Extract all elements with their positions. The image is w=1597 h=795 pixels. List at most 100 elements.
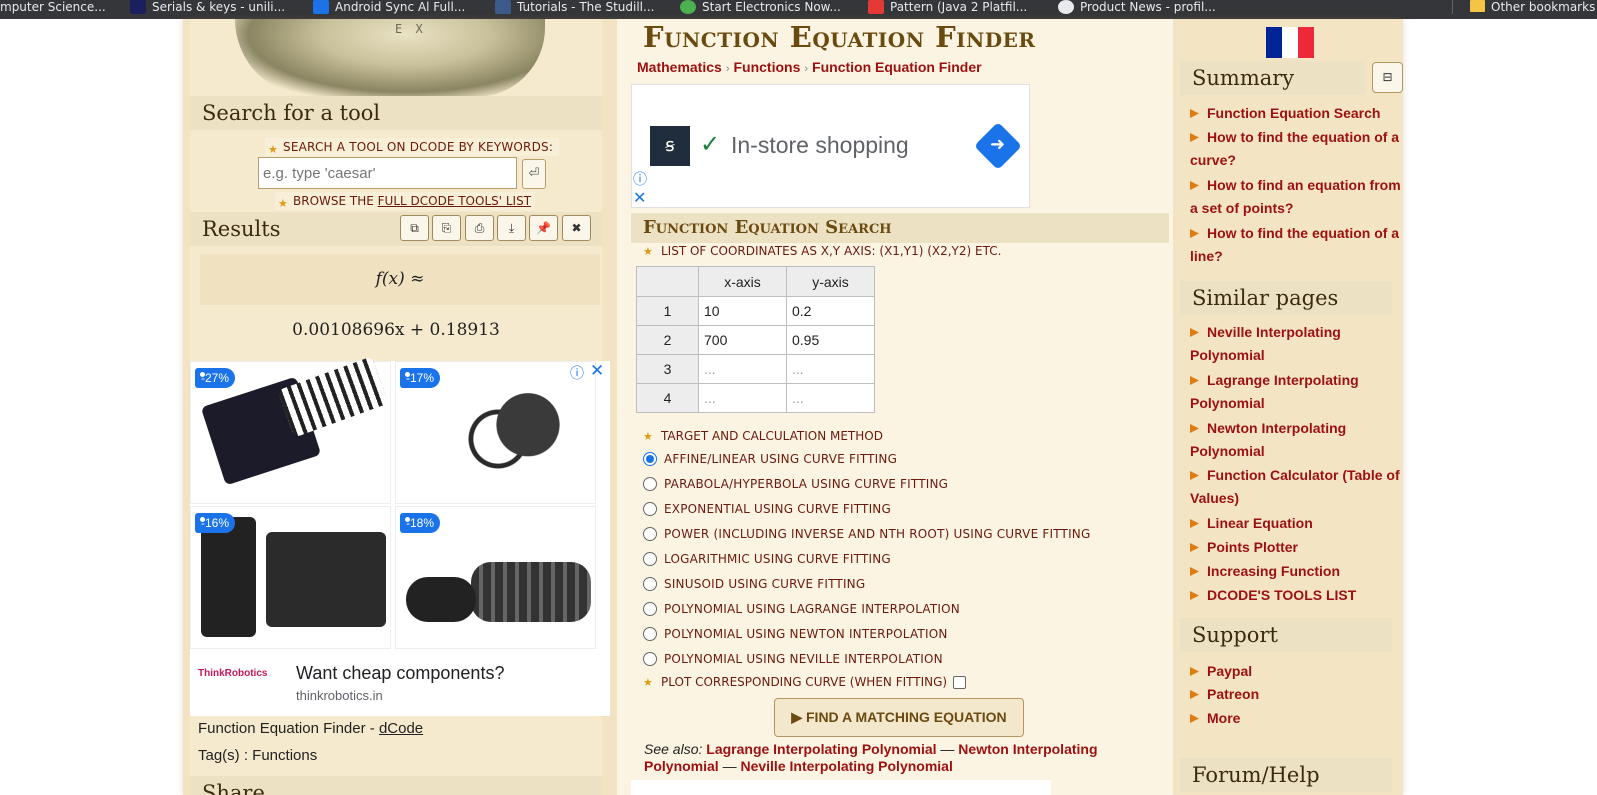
method-option-newton[interactable]: POLYNOMIAL USING NEWTON INTERPOLATION	[643, 627, 948, 641]
dcode-link[interactable]: dCode	[379, 720, 423, 737]
clear-results-button[interactable]: ✖	[562, 215, 591, 241]
similar-link-tools-list[interactable]: DCODE'S TOOLS LIST	[1190, 584, 1402, 607]
bookmark-4[interactable]: Start Electronics Now...	[680, 0, 841, 19]
ad-headline[interactable]: Want cheap components?	[296, 663, 504, 684]
copy-all-button[interactable]: ⎘	[432, 215, 461, 241]
arrow-bullet-icon	[1190, 471, 1199, 480]
arrow-bullet-icon	[1190, 714, 1199, 723]
method-option-exponential[interactable]: EXPONENTIAL USING CURVE FITTING	[643, 502, 891, 516]
radio-button[interactable]	[643, 602, 657, 616]
table-row: 1 10 0.2	[636, 296, 875, 326]
flag-red	[1298, 27, 1314, 58]
radio-button[interactable]	[643, 577, 657, 591]
arrow-bullet-icon	[1190, 591, 1199, 600]
method-option-affine[interactable]: AFFINE/LINEAR USING CURVE FITTING	[643, 452, 897, 466]
method-option-sinusoid[interactable]: SINUSOID USING CURVE FITTING	[643, 577, 865, 591]
ad-url[interactable]: thinkrobotics.in	[296, 688, 383, 703]
breadcrumb-current[interactable]: Function Equation Finder	[812, 59, 982, 75]
search-submit-button[interactable]: ⏎	[522, 159, 546, 189]
ad-info-icon[interactable]: ⓘ	[633, 169, 647, 189]
similar-link-increasing-function[interactable]: Increasing Function	[1190, 560, 1402, 583]
similar-link-linear-equation[interactable]: Linear Equation	[1190, 512, 1402, 535]
robot-tank-image	[471, 562, 591, 622]
thinkrobotics-logo[interactable]: ThinkRobotics	[198, 668, 267, 679]
flag-white	[1282, 27, 1298, 58]
y-cell[interactable]: 0.95	[786, 325, 875, 355]
ad-brand-logo[interactable]: ꞩ	[650, 126, 690, 166]
breadcrumb-mathematics[interactable]: Mathematics	[637, 59, 722, 75]
x-cell[interactable]: 700	[698, 325, 787, 355]
similar-link-lagrange[interactable]: Lagrange Interpolating Polynomial	[1190, 369, 1402, 415]
ad-product-2[interactable]: -17%	[395, 361, 596, 504]
ad-banner-text[interactable]: In-store shopping	[731, 132, 909, 159]
method-option-lagrange[interactable]: POLYNOMIAL USING LAGRANGE INTERPOLATION	[643, 602, 960, 616]
cryptex-logo-image[interactable]	[235, 19, 545, 97]
method-option-neville[interactable]: POLYNOMIAL USING NEVILLE INTERPOLATION	[643, 652, 943, 666]
radio-button[interactable]	[643, 452, 657, 466]
summary-link-points[interactable]: How to find an equation from a set of po…	[1190, 174, 1402, 220]
x-cell[interactable]: ...	[698, 383, 787, 413]
print-button[interactable]: ⎙	[465, 215, 494, 241]
radio-button[interactable]	[643, 502, 657, 516]
summary-link-line[interactable]: How to find the equation of a line?	[1190, 222, 1402, 268]
y-cell[interactable]: ...	[786, 383, 875, 413]
radio-button[interactable]	[643, 552, 657, 566]
bookmark-0[interactable]: mputer Science...	[0, 0, 106, 19]
ad-product-4[interactable]: -18%	[395, 506, 596, 649]
arrow-bullet-icon	[1190, 543, 1199, 552]
play-icon: ▶	[791, 709, 806, 725]
similar-link-points-plotter[interactable]: Points Plotter	[1190, 536, 1402, 559]
other-bookmarks[interactable]: Other bookmarks	[1470, 0, 1595, 19]
ad-product-3[interactable]: -16%	[190, 506, 391, 649]
bookmark-2[interactable]: Android Sync Al Full...	[313, 0, 465, 19]
see-also-link-neville[interactable]: Neville Interpolating Polynomial	[740, 758, 952, 774]
x-cell[interactable]: ...	[698, 354, 787, 384]
ad-close-icon[interactable]: ✕	[590, 361, 604, 381]
copy-result-button[interactable]: ⧉	[400, 215, 429, 241]
tags: Tag(s) : Functions	[198, 747, 318, 764]
pin-button[interactable]: 📌	[529, 215, 558, 241]
bottom-ad-strip[interactable]	[631, 780, 1051, 795]
bookmark-3[interactable]: Tutorials - The Studill...	[495, 0, 654, 19]
bookmarks-divider	[1452, 0, 1453, 14]
similar-link-function-calculator[interactable]: Function Calculator (Table of Values)	[1190, 464, 1402, 510]
discount-badge: -27%	[195, 368, 236, 388]
bookmark-1[interactable]: Serials & keys - unili...	[130, 0, 285, 19]
x-cell[interactable]: 10	[698, 296, 787, 326]
similar-link-newton[interactable]: Newton Interpolating Polynomial	[1190, 417, 1402, 463]
bookmark-5[interactable]: Pattern (Java 2 Platfil...	[868, 0, 1027, 19]
method-option-parabola[interactable]: PARABOLA/HYPERBOLA USING CURVE FITTING	[643, 477, 948, 491]
see-also-link-lagrange[interactable]: Lagrange Interpolating Polynomial	[706, 741, 936, 757]
serials-icon	[130, 0, 146, 14]
french-flag-icon[interactable]	[1266, 27, 1314, 58]
support-link-paypal[interactable]: Paypal	[1190, 660, 1402, 683]
tool-search-input[interactable]	[258, 157, 517, 189]
summary-link-search[interactable]: Function Equation Search	[1190, 102, 1402, 125]
collapse-button[interactable]: ⊟	[1372, 62, 1403, 93]
radio-button[interactable]	[643, 652, 657, 666]
download-button[interactable]: ⤓	[497, 215, 526, 241]
breadcrumb-functions[interactable]: Functions	[733, 59, 800, 75]
radio-button[interactable]	[643, 627, 657, 641]
ad-close-icon[interactable]: ✕	[633, 188, 646, 207]
bookmark-6[interactable]: Product News - profil...	[1058, 0, 1216, 19]
ad-info-icon[interactable]: ⓘ	[570, 363, 584, 383]
summary-link-curve[interactable]: How to find the equation of a curve?	[1190, 126, 1402, 172]
similar-link-neville[interactable]: Neville Interpolating Polynomial	[1190, 321, 1402, 367]
plot-curve-option[interactable]: ★ PLOT CORRESPONDING CURVE (WHEN FITTING)	[643, 675, 967, 689]
y-cell[interactable]: ...	[786, 354, 875, 384]
full-tools-list-link[interactable]: FULL DCODE TOOLS' LIST	[378, 194, 531, 208]
tutorials-icon	[495, 0, 511, 14]
method-option-logarithmic[interactable]: LOGARITHMIC USING CURVE FITTING	[643, 552, 891, 566]
gamepad-image	[406, 577, 476, 622]
ad-product-1[interactable]: -27%	[190, 356, 391, 504]
method-option-power[interactable]: POWER (INCLUDING INVERSE AND NTH ROOT) U…	[643, 527, 1090, 541]
bookmark-label: Start Electronics Now...	[702, 0, 841, 14]
support-link-patreon[interactable]: Patreon	[1190, 683, 1402, 706]
radio-button[interactable]	[643, 527, 657, 541]
radio-button[interactable]	[643, 477, 657, 491]
plot-curve-checkbox[interactable]	[953, 675, 967, 689]
find-equation-button[interactable]: ▶ FIND A MATCHING EQUATION	[774, 698, 1024, 737]
y-cell[interactable]: 0.2	[786, 296, 875, 326]
support-link-more[interactable]: More	[1190, 707, 1402, 730]
